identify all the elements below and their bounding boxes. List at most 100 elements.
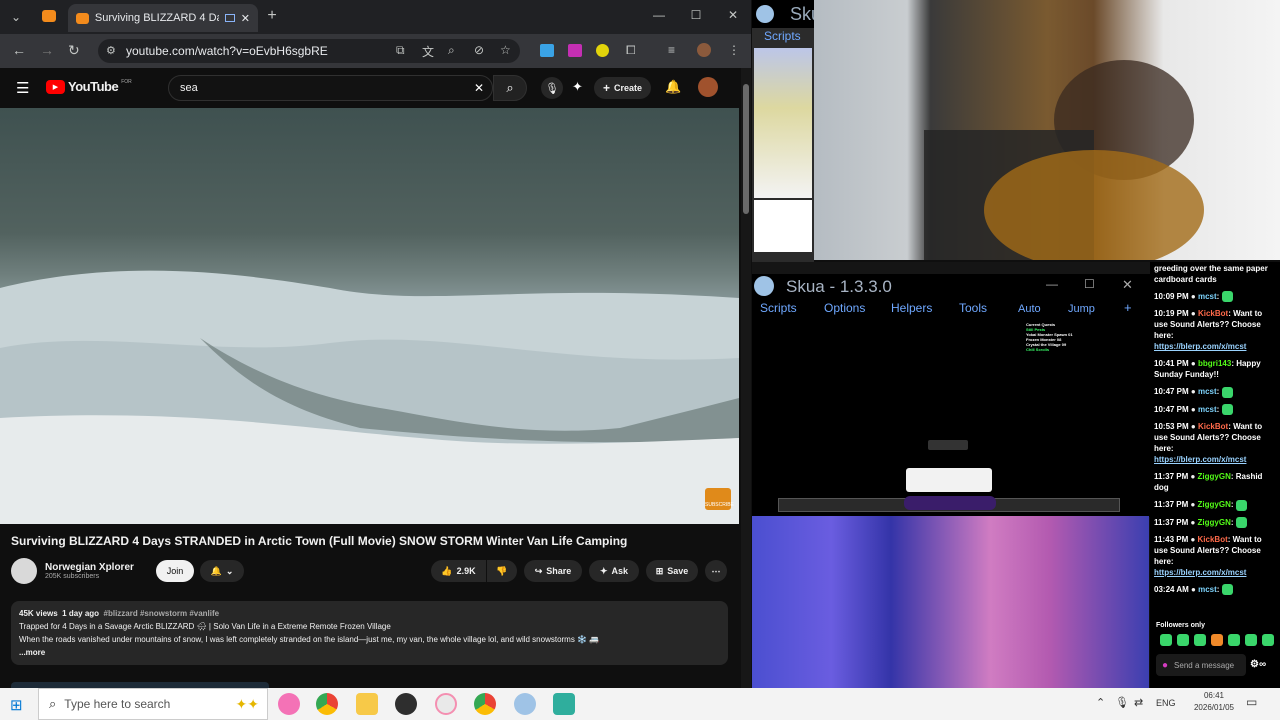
install-app-icon[interactable]: ⧉ — [396, 43, 405, 58]
more-actions-button[interactable]: ⋯ — [705, 560, 727, 582]
chrome-icon[interactable] — [316, 693, 338, 715]
join-button[interactable]: Join — [156, 560, 194, 582]
skua-close-button[interactable]: ✕ — [1122, 277, 1133, 293]
extension-icon-1[interactable] — [540, 44, 554, 57]
file-explorer-icon[interactable] — [356, 693, 378, 715]
tray-mic-icon[interactable]: 🎙 — [1115, 696, 1129, 709]
skua-menu-options[interactable]: Options — [824, 301, 865, 315]
description-box[interactable]: 45K views 1 day ago #blizzard #snowstorm… — [11, 601, 728, 665]
emote-icon[interactable] — [1245, 634, 1257, 646]
emote-icon[interactable] — [1211, 634, 1223, 646]
video-player[interactable]: SUBSCRIBE — [0, 108, 739, 524]
notification-center-icon[interactable]: ▭ — [1246, 695, 1257, 709]
skua-maximize-button[interactable]: ☐ — [1084, 277, 1095, 291]
chat-username[interactable]: mcst — [1198, 387, 1217, 396]
reload-icon[interactable]: ↻ — [68, 42, 80, 59]
language-indicator[interactable]: ENG — [1156, 698, 1176, 708]
skua-small-menu[interactable]: Scripts — [764, 29, 801, 43]
assistant-icon[interactable]: ✦ — [572, 79, 583, 95]
windows-start-icon[interactable]: ⊞ — [10, 696, 23, 714]
media-control-icon[interactable]: ≡ — [668, 43, 675, 57]
scroll-thumb[interactable] — [743, 84, 749, 214]
hashtags[interactable]: #blizzard #snowstorm #vanlife — [104, 609, 220, 618]
tray-chevron-icon[interactable]: ⌃ — [1096, 696, 1105, 709]
taskbar-clock[interactable]: 06:41 2026/01/05 — [1186, 690, 1242, 714]
skua-menu-scripts[interactable]: Scripts — [760, 301, 797, 315]
address-bar[interactable]: ⚙ youtube.com/watch?v=oEvbH6sgbRE — [98, 39, 520, 63]
voice-search-icon[interactable]: 🎙 — [541, 77, 563, 99]
skua-menu-add[interactable]: + — [1124, 300, 1132, 315]
youtube-search-input[interactable]: sea ✕ — [168, 75, 493, 101]
youtube-logo[interactable]: ▶ YouTube FOR — [46, 79, 132, 94]
translate-icon[interactable]: 文 — [422, 43, 434, 60]
chat-username[interactable]: mcst — [1198, 405, 1217, 414]
skua-menu-auto[interactable]: Auto — [1018, 303, 1041, 315]
close-window-button[interactable]: ✕ — [726, 8, 740, 22]
skua-menu-helpers[interactable]: Helpers — [891, 301, 932, 315]
chat-link[interactable]: https://blerp.com/x/mcst — [1154, 454, 1276, 465]
emote-icon[interactable] — [1262, 634, 1274, 646]
bookmark-star-icon[interactable]: ☆ — [500, 43, 511, 57]
chat-username[interactable]: ZiggyGN — [1198, 472, 1231, 481]
ask-button[interactable]: ✦ Ask — [589, 560, 639, 582]
taskbar-search-box[interactable]: ⌕ Type here to search ✦✦ — [38, 688, 268, 720]
game-skill-orbs[interactable] — [904, 496, 996, 510]
chat-username[interactable]: KickBot — [1198, 422, 1228, 431]
game-taskbar-icon[interactable] — [553, 693, 575, 715]
save-button[interactable]: ⊞ Save — [646, 560, 698, 582]
search-button[interactable]: ⌕ — [493, 75, 527, 101]
extensions-puzzle-icon[interactable]: ⧠ — [626, 43, 636, 58]
skua-menu-jump[interactable]: Jump — [1068, 303, 1095, 315]
emote-icon[interactable] — [1194, 634, 1206, 646]
notifications-bell-icon[interactable]: 🔔 — [665, 79, 681, 95]
copilot-icon[interactable] — [278, 693, 300, 715]
chat-username[interactable]: mcst — [1198, 292, 1217, 301]
tab-close-icon[interactable]: ✕ — [241, 12, 250, 25]
snipping-tool-icon[interactable] — [435, 693, 457, 715]
youtube-avatar[interactable] — [698, 77, 718, 97]
obs-icon[interactable] — [395, 693, 417, 715]
zoom-icon[interactable]: ⌕ — [448, 43, 455, 58]
tab-search-icon[interactable]: ⌄ — [8, 10, 24, 24]
share-button[interactable]: ↪ Share — [524, 560, 582, 582]
site-info-icon[interactable]: ⚙ — [106, 44, 116, 57]
clear-search-icon[interactable]: ✕ — [474, 81, 484, 95]
chat-username[interactable]: KickBot — [1198, 535, 1228, 544]
chat-username[interactable]: KickBot — [1198, 309, 1228, 318]
new-tab-button[interactable]: + — [264, 7, 280, 24]
tab-active[interactable]: Surviving BLIZZARD 4 Days ✕ — [68, 4, 258, 32]
page-scrollbar[interactable] — [741, 68, 751, 688]
tray-network-icon[interactable]: ⇄ — [1134, 696, 1143, 709]
channel-avatar[interactable] — [11, 558, 37, 584]
profile-avatar[interactable] — [697, 43, 711, 57]
hamburger-menu-icon[interactable]: ☰ — [16, 79, 29, 97]
chat-link[interactable]: https://blerp.com/x/mcst — [1154, 341, 1276, 352]
emote-icon[interactable] — [1228, 634, 1240, 646]
skua-minimize-button[interactable]: — — [1046, 277, 1058, 291]
back-arrow-icon[interactable]: ← — [12, 42, 26, 58]
youtube-pinned-tab-icon[interactable] — [42, 10, 56, 22]
dislike-button[interactable]: 👎 — [487, 560, 517, 582]
chat-username[interactable]: mcst — [1198, 585, 1217, 594]
chat-link[interactable]: https://blerp.com/x/mcst — [1154, 567, 1276, 578]
subscribe-watermark[interactable]: SUBSCRIBE — [705, 488, 734, 510]
chat-username[interactable]: ZiggyGN — [1198, 518, 1231, 527]
skua-taskbar-icon[interactable] — [514, 693, 536, 715]
skua-menu-tools[interactable]: Tools — [959, 301, 987, 315]
forward-arrow-icon[interactable]: → — [40, 42, 54, 58]
show-more-link[interactable]: ...more — [19, 646, 720, 659]
chat-username[interactable]: bbgri143 — [1198, 359, 1231, 368]
maximize-button[interactable]: ☐ — [689, 8, 703, 22]
chat-settings-icon[interactable]: ⚙∞ — [1250, 659, 1266, 670]
emote-icon[interactable] — [1160, 634, 1172, 646]
create-button[interactable]: + Create — [594, 77, 651, 99]
emote-icon[interactable] — [1177, 634, 1189, 646]
chrome-profile-icon[interactable] — [474, 693, 496, 715]
chrome-menu-icon[interactable]: ⋮ — [728, 43, 740, 57]
extension-icon-3[interactable] — [596, 44, 609, 57]
like-button[interactable]: 👍 2.9K — [431, 560, 486, 582]
extension-icon-2[interactable] — [568, 44, 582, 57]
minimize-button[interactable]: — — [652, 8, 666, 22]
chat-input[interactable]: ● Send a message — [1156, 654, 1246, 676]
chat-username[interactable]: ZiggyGN — [1198, 500, 1231, 509]
